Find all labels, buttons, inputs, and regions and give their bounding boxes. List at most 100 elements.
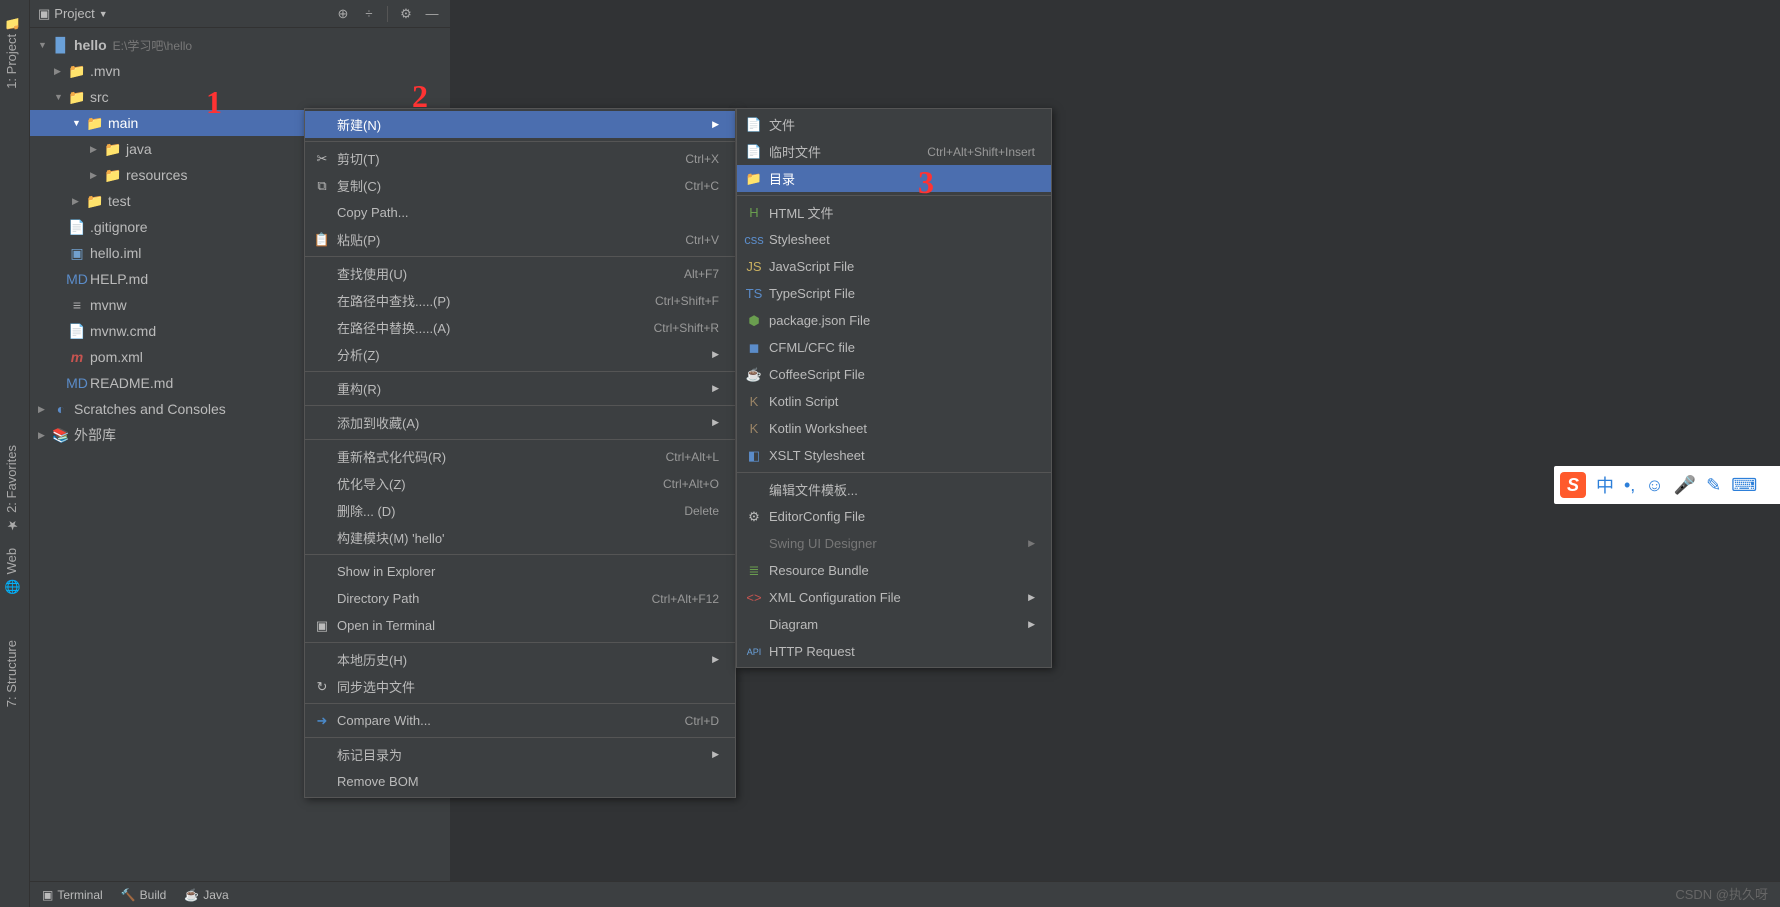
- context-menu-new: 📄文件 📄临时文件Ctrl+Alt+Shift+Insert 📁目录 HHTML…: [736, 108, 1052, 668]
- coffee-icon: ☕: [745, 367, 763, 383]
- menu-sync[interactable]: ↻同步选中文件: [305, 673, 735, 700]
- markdown-icon: MD: [68, 271, 86, 287]
- kotlin-icon: K: [745, 421, 763, 436]
- menu-separator: [305, 554, 735, 555]
- terminal-icon: ▣: [313, 618, 331, 634]
- submenu-packagejson[interactable]: ⬢package.json File: [737, 307, 1051, 334]
- submenu-directory[interactable]: 📁目录: [737, 165, 1051, 192]
- tab-terminal[interactable]: ▣Terminal: [42, 888, 103, 902]
- kotlin-icon: K: [745, 394, 763, 409]
- tab-structure[interactable]: 7: Structure: [0, 632, 23, 715]
- menu-cut[interactable]: ✂剪切(T)Ctrl+X: [305, 145, 735, 172]
- resource-folder-icon: 📁: [104, 167, 122, 183]
- submenu-swing[interactable]: Swing UI Designer▶: [737, 530, 1051, 557]
- expand-icon[interactable]: ÷: [359, 4, 379, 24]
- locate-icon[interactable]: ⊕: [333, 4, 353, 24]
- submenu-scratch[interactable]: 📄临时文件Ctrl+Alt+Shift+Insert: [737, 138, 1051, 165]
- menu-find-usages[interactable]: 查找使用(U)Alt+F7: [305, 260, 735, 287]
- ime-keyboard-icon[interactable]: ⌨: [1731, 475, 1757, 496]
- submenu-kts[interactable]: KKotlin Script: [737, 388, 1051, 415]
- ime-skin-icon[interactable]: ✎: [1706, 475, 1721, 496]
- folder-icon: 📁: [745, 171, 763, 187]
- menu-find-in-path[interactable]: 在路径中查找.....(P)Ctrl+Shift+F: [305, 287, 735, 314]
- menu-mark-dir[interactable]: 标记目录为▶: [305, 741, 735, 768]
- tree-mvn[interactable]: ▶📁.mvn: [30, 58, 450, 84]
- submenu-http-request[interactable]: APIHTTP Request: [737, 638, 1051, 665]
- ime-lang[interactable]: 中: [1596, 472, 1614, 498]
- html-icon: H: [745, 205, 763, 220]
- submenu-xslt[interactable]: ◧XSLT Stylesheet: [737, 442, 1051, 469]
- submenu-javascript[interactable]: JSJavaScript File: [737, 253, 1051, 280]
- cfml-icon: ◼: [745, 340, 763, 356]
- menu-remove-bom[interactable]: Remove BOM: [305, 768, 735, 795]
- annotation-2: 2: [412, 78, 428, 115]
- sync-icon: ↻: [313, 679, 331, 695]
- menu-replace-in-path[interactable]: 在路径中替换.....(A)Ctrl+Shift+R: [305, 314, 735, 341]
- folder-icon: 📁: [86, 193, 104, 209]
- gear-icon: ⚙: [745, 509, 763, 525]
- menu-delete[interactable]: 删除... (D)Delete: [305, 497, 735, 524]
- menu-copy-path[interactable]: Copy Path...: [305, 199, 735, 226]
- submenu-coffee[interactable]: ☕CoffeeScript File: [737, 361, 1051, 388]
- submenu-edit-templates[interactable]: 编辑文件模板...: [737, 476, 1051, 503]
- tab-web[interactable]: 🌐 Web: [0, 540, 23, 602]
- menu-compare[interactable]: ➜Compare With...Ctrl+D: [305, 707, 735, 734]
- folder-icon: 📁: [68, 89, 86, 105]
- menu-copy[interactable]: ⧉复制(C)Ctrl+C: [305, 172, 735, 199]
- submenu-typescript[interactable]: TSTypeScript File: [737, 280, 1051, 307]
- api-icon: API: [745, 647, 763, 657]
- copy-icon: ⧉: [313, 178, 331, 194]
- menu-separator: [305, 439, 735, 440]
- menu-local-history[interactable]: 本地历史(H)▶: [305, 646, 735, 673]
- submenu-ktws[interactable]: KKotlin Worksheet: [737, 415, 1051, 442]
- gear-icon[interactable]: ⚙: [396, 4, 416, 24]
- left-tool-strip: 1: Project 📁 ★ 2: Favorites 🌐 Web 7: Str…: [0, 0, 30, 907]
- menu-directory-path[interactable]: Directory PathCtrl+Alt+F12: [305, 585, 735, 612]
- menu-add-favorites[interactable]: 添加到收藏(A)▶: [305, 409, 735, 436]
- menu-analyze[interactable]: 分析(Z)▶: [305, 341, 735, 368]
- project-panel-title[interactable]: ▣ Project ▼: [38, 6, 327, 22]
- tree-src[interactable]: ▼📁src: [30, 84, 450, 110]
- source-folder-icon: 📁: [104, 141, 122, 157]
- sogou-logo-icon[interactable]: S: [1560, 472, 1586, 498]
- tab-java-ee[interactable]: ☕Java: [184, 888, 228, 902]
- menu-show-explorer[interactable]: Show in Explorer: [305, 558, 735, 585]
- submenu-cfml[interactable]: ◼CFML/CFC file: [737, 334, 1051, 361]
- menu-refactor[interactable]: 重构(R)▶: [305, 375, 735, 402]
- menu-optimize-imports[interactable]: 优化导入(Z)Ctrl+Alt+O: [305, 470, 735, 497]
- submenu-stylesheet[interactable]: cssStylesheet: [737, 226, 1051, 253]
- menu-new[interactable]: 新建(N)▶: [305, 111, 735, 138]
- tree-root[interactable]: ▼▉helloE:\学习吧\hello: [30, 32, 450, 58]
- context-menu-main: 新建(N)▶ ✂剪切(T)Ctrl+X ⧉复制(C)Ctrl+C Copy Pa…: [304, 108, 736, 798]
- submenu-resource-bundle[interactable]: ≣Resource Bundle: [737, 557, 1051, 584]
- annotation-3: 3: [918, 164, 934, 201]
- tab-favorites[interactable]: ★ 2: Favorites: [0, 437, 23, 540]
- project-panel-header: ▣ Project ▼ ⊕ ÷ ⚙ —: [30, 0, 450, 28]
- ime-emoji-icon[interactable]: ☺: [1645, 475, 1663, 496]
- submenu-editorconfig[interactable]: ⚙EditorConfig File: [737, 503, 1051, 530]
- menu-separator: [305, 703, 735, 704]
- library-icon: 📚: [52, 427, 70, 443]
- bottom-bar: ▣Terminal 🔨Build ☕Java: [30, 881, 1780, 907]
- tab-project[interactable]: 1: Project 📁: [0, 6, 23, 97]
- ime-punct-icon[interactable]: •,: [1624, 475, 1635, 496]
- submenu-diagram[interactable]: Diagram▶: [737, 611, 1051, 638]
- ime-mic-icon[interactable]: 🎤: [1674, 475, 1696, 496]
- menu-separator: [305, 371, 735, 372]
- menu-reformat[interactable]: 重新格式化代码(R)Ctrl+Alt+L: [305, 443, 735, 470]
- menu-separator: [305, 405, 735, 406]
- menu-open-terminal[interactable]: ▣Open in Terminal: [305, 612, 735, 639]
- submenu-html[interactable]: HHTML 文件: [737, 199, 1051, 226]
- hide-icon[interactable]: —: [422, 4, 442, 24]
- npm-icon: ⬢: [745, 313, 763, 329]
- terminal-icon: ▣: [42, 888, 53, 902]
- menu-separator: [305, 642, 735, 643]
- menu-paste[interactable]: 📋粘贴(P)Ctrl+V: [305, 226, 735, 253]
- java-icon: ☕: [184, 888, 199, 902]
- menu-build-module[interactable]: 构建模块(M) 'hello': [305, 524, 735, 551]
- xslt-icon: ◧: [745, 448, 763, 464]
- scratch-file-icon: 📄: [745, 144, 763, 160]
- submenu-xml-config[interactable]: <>XML Configuration File▶: [737, 584, 1051, 611]
- submenu-file[interactable]: 📄文件: [737, 111, 1051, 138]
- tab-build[interactable]: 🔨Build: [121, 888, 167, 902]
